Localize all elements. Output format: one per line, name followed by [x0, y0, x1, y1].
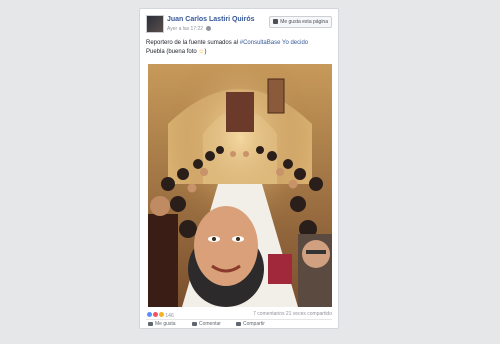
caption-close-paren: ) — [204, 49, 207, 55]
share-label: Compartir — [243, 321, 265, 327]
photo-image — [148, 64, 332, 307]
comment-icon — [192, 322, 197, 326]
comment-button[interactable]: Comentar — [192, 321, 221, 327]
like-page-button[interactable]: Me gusta esta página — [269, 16, 332, 28]
globe-icon — [206, 26, 212, 32]
haha-reaction-icon — [158, 311, 165, 318]
like-label: Me gusta — [155, 321, 176, 327]
thumbs-up-icon — [273, 19, 279, 24]
comment-label: Comentar — [199, 321, 221, 327]
facebook-post: Juan Carlos Lastiri Quirós Ayer a las 17… — [139, 8, 339, 329]
post-header: Juan Carlos Lastiri Quirós Ayer a las 17… — [146, 15, 332, 37]
like-button[interactable]: Me gusta — [148, 321, 176, 327]
post-actions: Me gusta Comentar Compartir — [146, 321, 332, 329]
share-icon — [236, 322, 241, 326]
thumbs-up-icon — [148, 322, 153, 326]
author-name[interactable]: Juan Carlos Lastiri Quirós — [167, 16, 255, 23]
author-avatar[interactable] — [146, 15, 164, 33]
post-meta: Ayer a las 17:22 — [167, 26, 212, 32]
post-caption: Reportero de la fuente sumados al #Consu… — [146, 39, 334, 57]
post-stats: 146 7 comentarios 21 veces compartido — [146, 311, 332, 319]
caption-end: Puebla (buena foto — [146, 49, 199, 55]
hashtag-link[interactable]: #ConsultaBase Yo decido — [240, 40, 308, 46]
reactions-summary[interactable]: 146 — [146, 311, 174, 319]
comments-shares-count[interactable]: 7 comentarios 21 veces compartido — [253, 311, 332, 317]
post-timestamp[interactable]: Ayer a las 17:22 — [167, 26, 203, 32]
caption-text: Reportero de la fuente sumados al — [146, 40, 240, 46]
divider — [146, 319, 332, 320]
share-button[interactable]: Compartir — [236, 321, 265, 327]
post-photo[interactable] — [148, 64, 332, 307]
like-page-label: Me gusta esta página — [280, 19, 328, 25]
